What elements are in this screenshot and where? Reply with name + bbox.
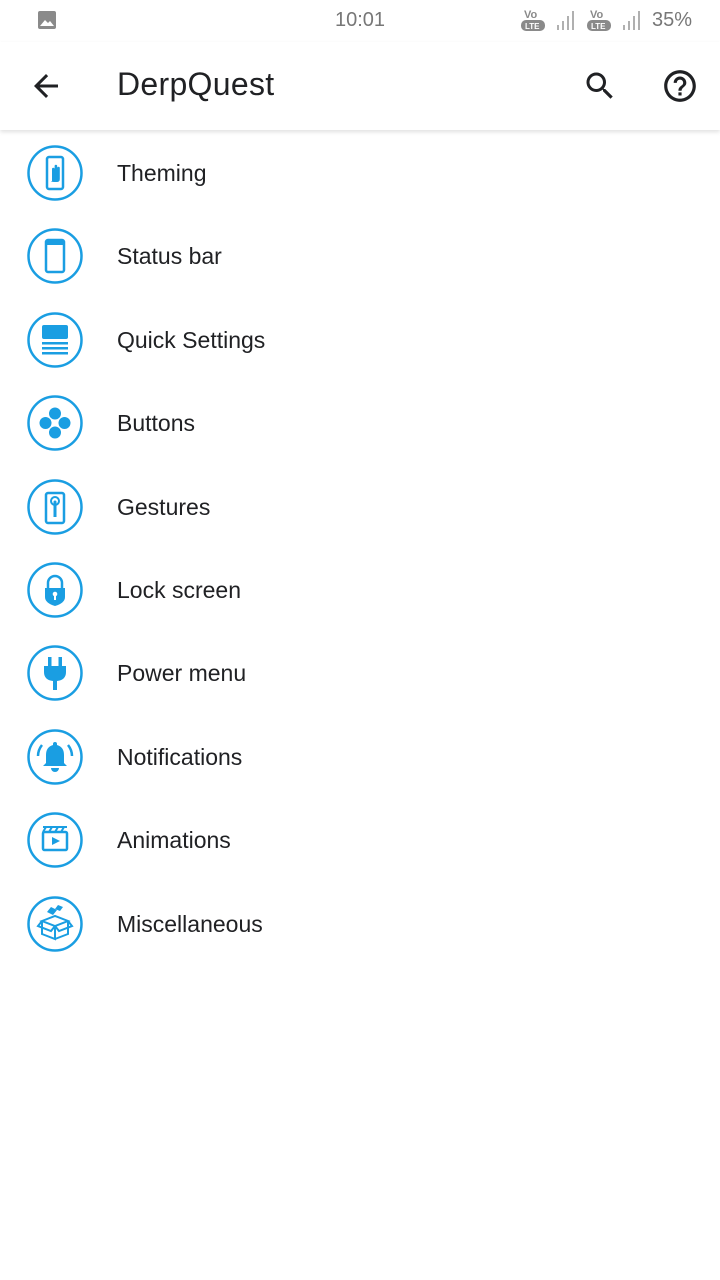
svg-text:Vo: Vo <box>590 9 604 21</box>
settings-item-notifications[interactable]: Notifications <box>0 715 720 798</box>
settings-item-label: Quick Settings <box>117 326 266 353</box>
status-bar: 10:01 Vo LTE Vo LTE 35% <box>0 0 720 42</box>
settings-item-label: Theming <box>117 160 207 186</box>
quick-settings-icon <box>27 312 83 368</box>
settings-item-theming[interactable]: Theming <box>0 131 720 214</box>
settings-item-miscellaneous[interactable]: Miscellaneous <box>0 882 720 965</box>
settings-item-lock-screen[interactable]: Lock screen <box>0 548 720 631</box>
miscellaneous-icon <box>27 895 83 952</box>
svg-text:Vo: Vo <box>524 9 538 21</box>
settings-list: Theming Status bar Quick Settings Button… <box>0 131 720 965</box>
search-button[interactable] <box>576 62 624 110</box>
search-icon <box>586 72 613 99</box>
back-arrow-icon <box>34 74 58 98</box>
settings-item-label: Power menu <box>117 660 247 687</box>
settings-item-label: Lock screen <box>117 576 242 603</box>
theming-icon <box>27 145 83 201</box>
settings-item-power-menu[interactable]: Power menu <box>0 631 720 714</box>
buttons-icon <box>27 395 83 451</box>
volte-icon: Vo LTE <box>520 9 545 31</box>
settings-item-status-bar[interactable]: Status bar <box>0 214 720 297</box>
settings-item-label: Buttons <box>117 410 195 437</box>
help-icon <box>664 70 696 102</box>
app-bar: DerpQuest <box>0 42 720 130</box>
signal-icon <box>556 11 574 30</box>
battery-percentage: 35% <box>651 8 692 31</box>
back-button[interactable] <box>22 62 70 110</box>
status-bar-icon <box>27 228 83 285</box>
settings-item-label: Animations <box>117 827 231 854</box>
settings-item-gestures[interactable]: Gestures <box>0 465 720 548</box>
signal-icon <box>622 11 640 30</box>
settings-item-label: Gestures <box>117 493 211 520</box>
settings-item-animations[interactable]: Animations <box>0 798 720 881</box>
power-menu-icon <box>27 645 83 702</box>
animations-icon <box>27 812 83 868</box>
settings-item-label: Status bar <box>117 243 222 270</box>
gestures-icon <box>27 478 83 535</box>
page-title: DerpQuest <box>117 66 275 102</box>
settings-item-label: Miscellaneous <box>117 910 263 937</box>
notifications-icon <box>27 728 83 785</box>
settings-item-quick-settings[interactable]: Quick Settings <box>0 298 720 381</box>
volte-icon: Vo LTE <box>586 9 611 31</box>
settings-item-buttons[interactable]: Buttons <box>0 381 720 464</box>
lock-screen-icon <box>27 562 83 618</box>
status-icons: Vo LTE Vo LTE 35% <box>520 6 692 34</box>
help-button[interactable] <box>656 62 704 110</box>
svg-text:LTE: LTE <box>525 22 540 31</box>
settings-item-label: Notifications <box>117 743 243 770</box>
svg-text:LTE: LTE <box>591 22 606 31</box>
